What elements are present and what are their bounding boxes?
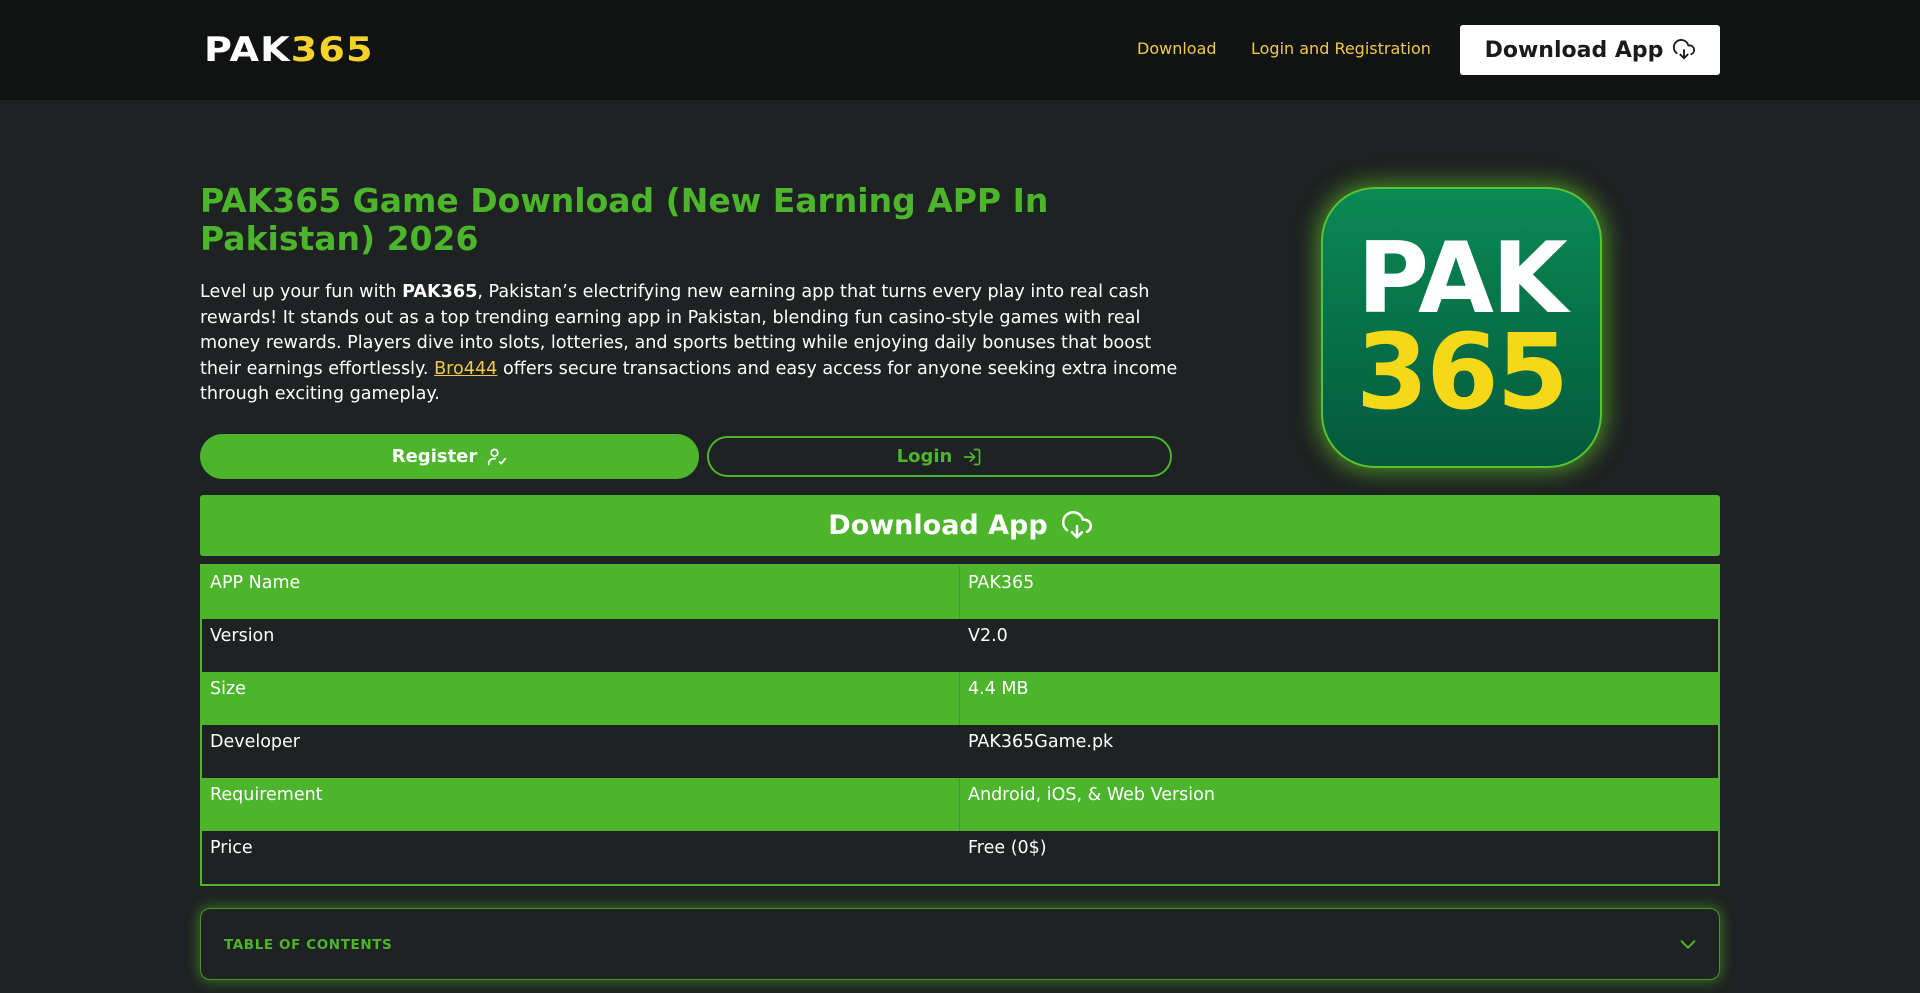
table-row: Price Free (0$): [202, 831, 1718, 884]
table-row: Developer PAK365Game.pk: [202, 725, 1718, 778]
app-info-value: Free (0$): [968, 838, 1047, 858]
register-button[interactable]: Register: [200, 434, 699, 479]
log-in-icon: [964, 448, 981, 465]
intro-text-start: Level up your fun with: [200, 282, 403, 302]
app-info-value: PAK365: [968, 573, 1035, 593]
app-info-key: Price: [210, 838, 253, 858]
app-icon-text-365: 365: [1355, 311, 1569, 433]
user-check-icon: [488, 448, 507, 465]
app-info-key: Developer: [210, 732, 301, 752]
app-info-key: Requirement: [202, 778, 960, 831]
site-header: PAK365 Download Login and Registration D…: [0, 0, 1920, 100]
nav-download-link[interactable]: Download: [1137, 39, 1217, 59]
app-info-value: Android, iOS, & Web Version: [968, 785, 1215, 805]
login-button[interactable]: Login: [707, 436, 1172, 477]
main-download-app-label: Download App: [828, 510, 1048, 541]
table-row: Version V2.0: [202, 619, 1718, 672]
site-logo[interactable]: PAK365: [204, 30, 374, 70]
toc-title: TABLE OF CONTENTS: [224, 937, 393, 953]
intro-brand-bold: PAK365: [402, 282, 478, 302]
table-row: Requirement Android, iOS, & Web Version: [202, 778, 1718, 831]
table-of-contents-toggle[interactable]: TABLE OF CONTENTS: [200, 908, 1720, 980]
app-info-key: Version: [210, 626, 275, 646]
header-download-app-button[interactable]: Download App: [1460, 25, 1720, 75]
pak365-app-icon: PAK 365: [1321, 187, 1602, 468]
cloud-download-icon: [1061, 510, 1092, 538]
nav-login-registration-link[interactable]: Login and Registration: [1251, 39, 1431, 59]
hero-intro-paragraph: Level up your fun with PAK365, Pakistan’…: [200, 280, 1180, 408]
app-info-value: 4.4 MB: [968, 679, 1029, 699]
login-label: Login: [896, 446, 953, 467]
app-info-key: Size: [202, 672, 960, 725]
bro444-link[interactable]: Bro444: [434, 359, 497, 379]
table-row: APP Name PAK365: [202, 566, 1718, 619]
page-title: PAK365 Game Download (New Earning APP In…: [200, 181, 1049, 258]
app-info-key: APP Name: [202, 566, 960, 619]
app-info-value: V2.0: [968, 626, 1008, 646]
header-download-app-label: Download App: [1484, 37, 1664, 63]
main-download-app-button[interactable]: Download App: [200, 495, 1720, 556]
cloud-download-icon: [1673, 39, 1696, 60]
app-info-table: APP Name PAK365 Version V2.0 Size 4.4 MB…: [200, 564, 1720, 886]
table-row: Size 4.4 MB: [202, 672, 1718, 725]
app-info-value: PAK365Game.pk: [968, 732, 1114, 752]
chevron-down-icon[interactable]: [1677, 933, 1699, 955]
logo-text-365: 365: [290, 30, 374, 70]
register-label: Register: [391, 446, 478, 467]
logo-text-pak: PAK: [204, 30, 291, 70]
